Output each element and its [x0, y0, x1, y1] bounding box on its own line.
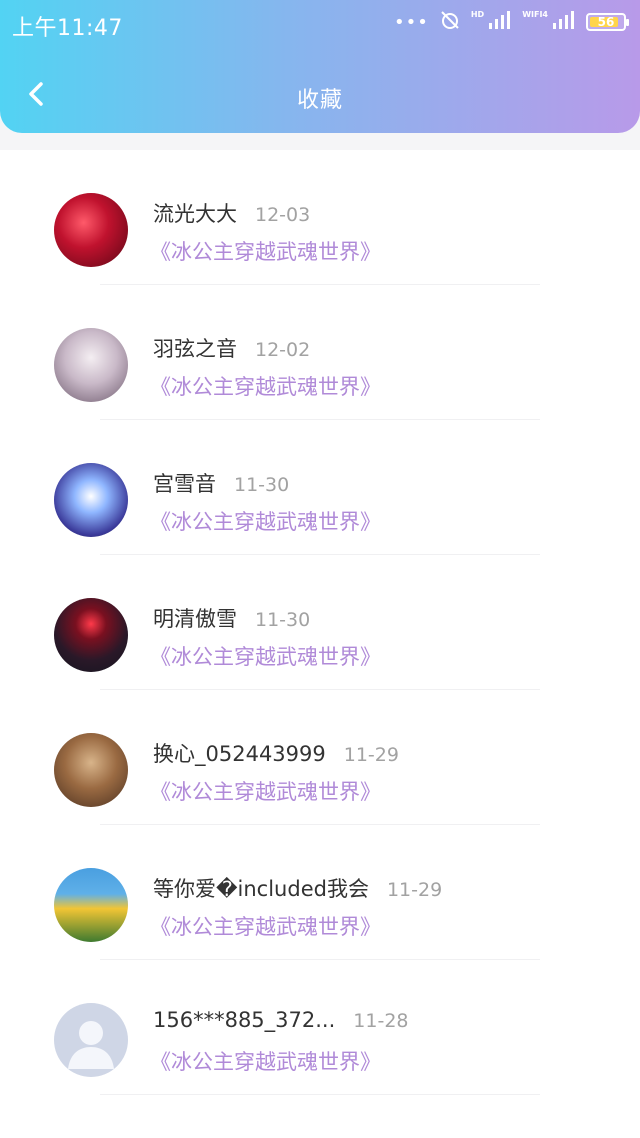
- user-name[interactable]: 流光大大: [153, 198, 237, 228]
- default-avatar[interactable]: [54, 1003, 128, 1077]
- list-item[interactable]: 156***885_372... 11-28 《冰公主穿越武魂世界》: [0, 960, 640, 1095]
- user-name[interactable]: 宫雪音: [153, 468, 216, 498]
- user-name[interactable]: 换心_052443999: [153, 738, 326, 768]
- date: 12-03: [255, 204, 311, 226]
- date: 11-30: [234, 474, 290, 496]
- header: 上午11:47 ••• HD WIFI4 56 收藏: [0, 0, 640, 133]
- divider: [100, 1094, 540, 1095]
- user-name[interactable]: 明清傲雪: [153, 603, 237, 633]
- navbar: 收藏: [0, 60, 640, 132]
- user-name[interactable]: 羽弦之音: [153, 333, 237, 363]
- avatar[interactable]: [54, 463, 128, 537]
- status-time: 上午11:47: [12, 16, 123, 41]
- list-item[interactable]: 流光大大 12-03 《冰公主穿越武魂世界》: [0, 150, 640, 285]
- battery-level: 56: [597, 15, 615, 29]
- book-title-link[interactable]: 《冰公主穿越武魂世界》: [150, 911, 381, 941]
- favorites-list: 流光大大 12-03 《冰公主穿越武魂世界》 羽弦之音 12-02 《冰公主穿越…: [0, 150, 640, 1138]
- book-title-link[interactable]: 《冰公主穿越武魂世界》: [150, 776, 381, 806]
- list-item[interactable]: 宫雪音 11-30 《冰公主穿越武魂世界》: [0, 420, 640, 555]
- list-item[interactable]: 等你爱�included我会 11-29 《冰公主穿越武魂世界》: [0, 825, 640, 960]
- hd-label: HD: [470, 9, 485, 19]
- book-title-link[interactable]: 《冰公主穿越武魂世界》: [150, 1046, 381, 1076]
- date: 11-29: [343, 744, 399, 766]
- avatar[interactable]: [54, 868, 128, 942]
- date: 11-28: [353, 1010, 409, 1032]
- battery-icon: 56: [586, 13, 629, 31]
- avatar[interactable]: [54, 328, 128, 402]
- book-title-link[interactable]: 《冰公主穿越武魂世界》: [150, 641, 381, 671]
- avatar[interactable]: [54, 193, 128, 267]
- status-bar: 上午11:47 ••• HD WIFI4 56: [0, 0, 640, 44]
- avatar[interactable]: [54, 598, 128, 672]
- user-name[interactable]: 等你爱�included我会: [153, 873, 369, 903]
- status-icons: ••• HD WIFI4 56: [393, 9, 629, 35]
- user-silhouette-icon: [68, 1021, 114, 1069]
- signal-icon-2: [552, 11, 576, 33]
- book-title-link[interactable]: 《冰公主穿越武魂世界》: [150, 236, 381, 266]
- wifi-label: WIFI4: [522, 9, 548, 19]
- list-item[interactable]: 换心_052443999 11-29 《冰公主穿越武魂世界》: [0, 690, 640, 825]
- date: 11-29: [386, 879, 443, 901]
- date: 12-02: [255, 339, 311, 361]
- avatar[interactable]: [54, 733, 128, 807]
- list-item[interactable]: 明清傲雪 11-30 《冰公主穿越武魂世界》: [0, 555, 640, 690]
- more-dots-icon: •••: [393, 11, 429, 33]
- user-name[interactable]: 156***885_372...: [153, 1008, 335, 1032]
- signal-icon: [488, 11, 512, 33]
- alarm-off-icon: [439, 9, 461, 35]
- date: 11-30: [255, 609, 311, 631]
- page-title: 收藏: [296, 88, 343, 113]
- book-title-link[interactable]: 《冰公主穿越武魂世界》: [150, 371, 381, 401]
- book-title-link[interactable]: 《冰公主穿越武魂世界》: [150, 506, 381, 536]
- list-item[interactable]: 羽弦之音 12-02 《冰公主穿越武魂世界》: [0, 285, 640, 420]
